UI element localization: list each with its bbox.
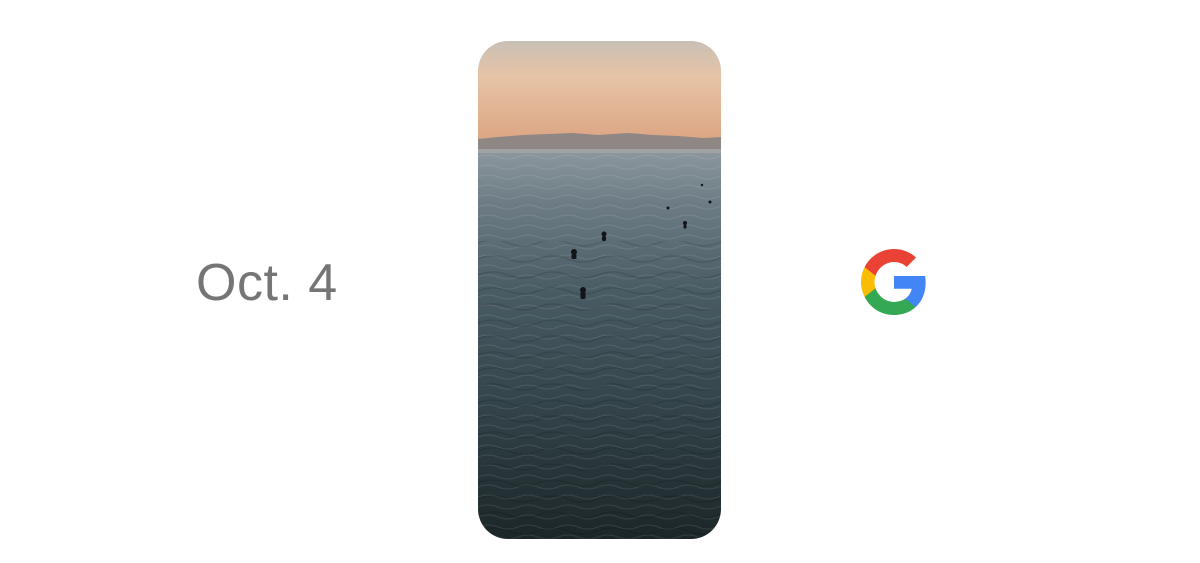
swimmer xyxy=(602,236,606,241)
horizon-line xyxy=(478,149,721,153)
swimmer xyxy=(683,221,687,225)
swimmer xyxy=(708,200,712,204)
event-date: Oct. 4 xyxy=(196,254,338,312)
swimmer xyxy=(571,254,577,259)
swimmer xyxy=(683,224,687,229)
swimmer xyxy=(580,292,586,299)
phone-device xyxy=(478,41,721,539)
swimmer xyxy=(666,206,670,210)
teaser-page: Oct. 4 xyxy=(0,0,1200,563)
sea-ripples-dark xyxy=(478,241,721,539)
swimmer xyxy=(601,231,607,237)
sky xyxy=(478,41,721,141)
swimmer xyxy=(700,183,704,187)
ocean-photo xyxy=(478,41,721,539)
google-g-icon xyxy=(858,246,930,318)
